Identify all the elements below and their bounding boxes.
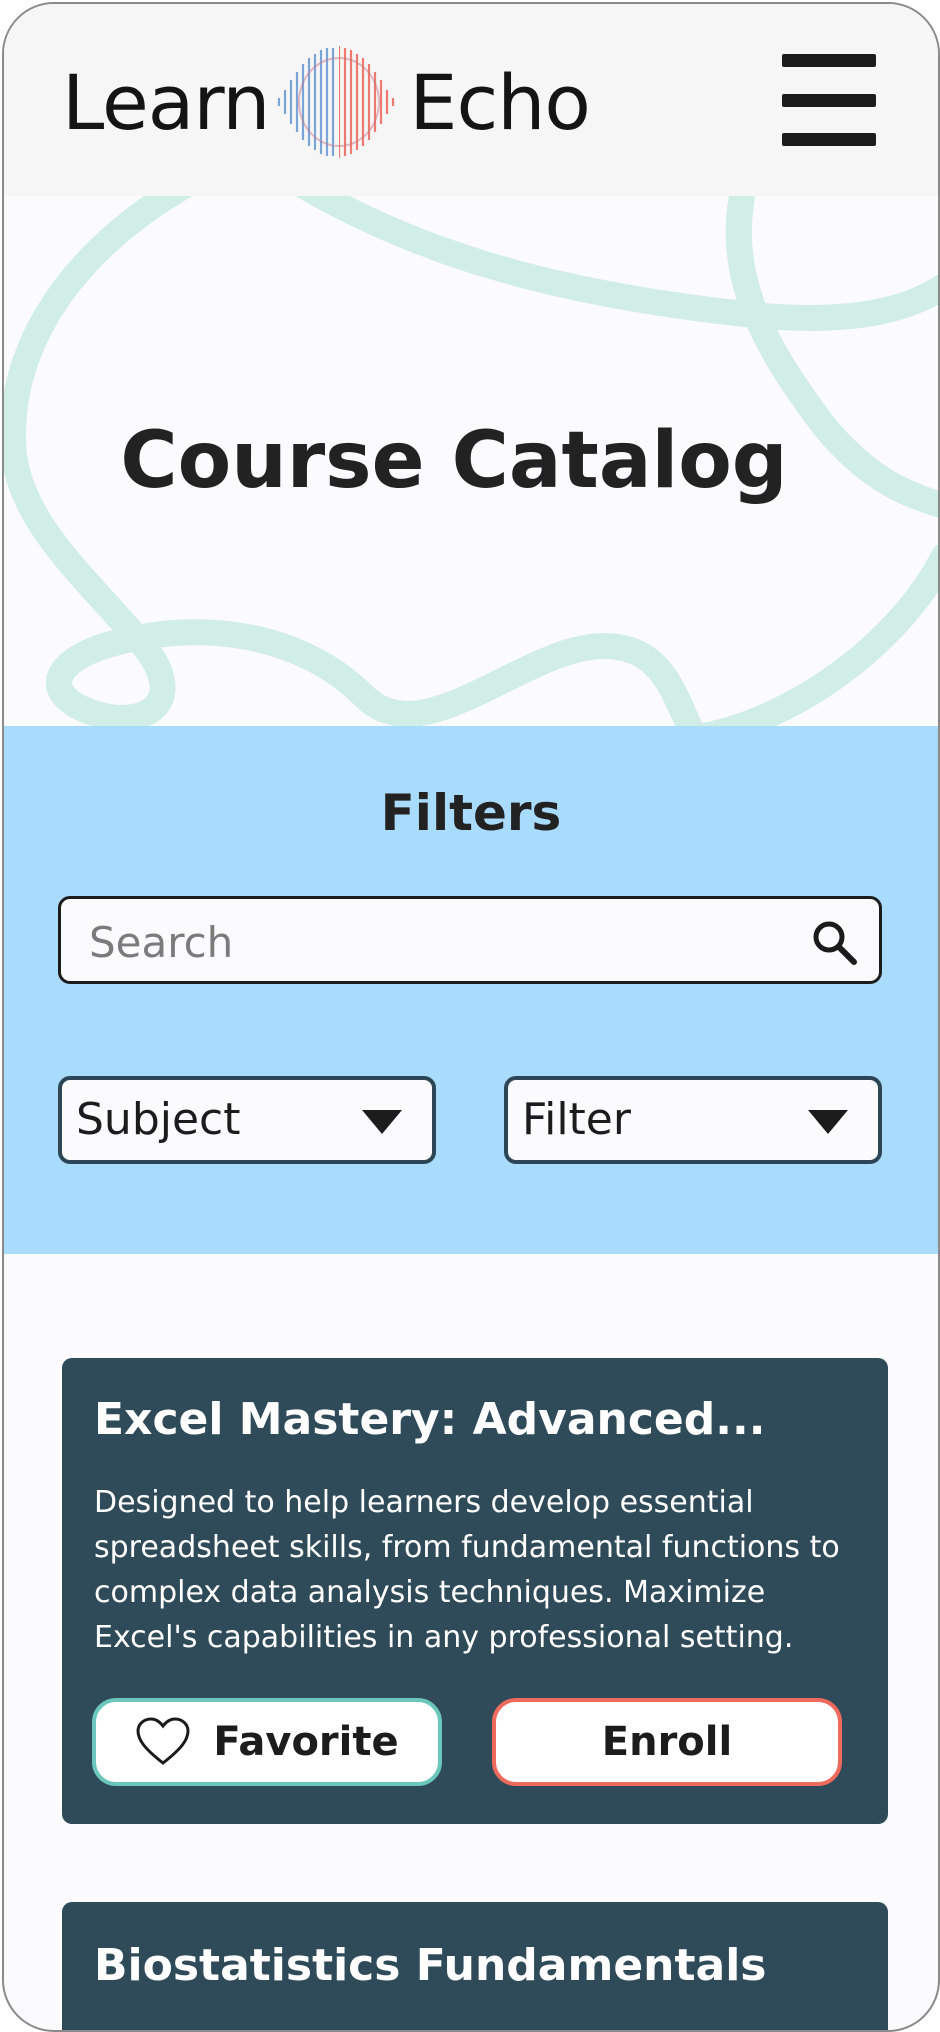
enroll-button-label: Enroll bbox=[601, 1719, 733, 1765]
heart-icon bbox=[136, 1717, 190, 1765]
filter-dropdown[interactable]: Filter bbox=[504, 1076, 882, 1164]
waveform-logo-icon bbox=[278, 46, 395, 158]
course-description: Designed to help learners develop essent… bbox=[94, 1485, 840, 1655]
favorite-button-label: Favorite bbox=[213, 1719, 399, 1765]
course-title[interactable]: Excel Mastery: Advanced... bbox=[94, 1394, 765, 1445]
search-icon[interactable] bbox=[809, 917, 859, 967]
enroll-button[interactable]: Enroll bbox=[492, 1698, 842, 1786]
logo-text-echo: Echo bbox=[409, 57, 590, 147]
filters-panel: Filters Subject Filter bbox=[4, 726, 938, 1254]
course-title[interactable]: Biostatistics Fundamentals bbox=[94, 1940, 766, 1991]
search-input[interactable] bbox=[87, 911, 791, 973]
chevron-down-icon bbox=[808, 1110, 848, 1134]
subject-dropdown[interactable]: Subject bbox=[58, 1076, 436, 1164]
menu-bar bbox=[782, 133, 876, 146]
filter-dropdown-label: Filter bbox=[522, 1094, 631, 1145]
menu-bar bbox=[782, 93, 876, 107]
page-title: Course Catalog bbox=[120, 416, 788, 506]
hero-banner: Course Catalog bbox=[4, 196, 938, 726]
filters-heading: Filters bbox=[380, 784, 562, 842]
subject-dropdown-label: Subject bbox=[76, 1094, 241, 1145]
favorite-button[interactable]: Favorite bbox=[92, 1698, 442, 1786]
chevron-down-icon bbox=[362, 1110, 402, 1134]
search-box bbox=[58, 896, 882, 984]
course-card: Excel Mastery: Advanced... Designed to h… bbox=[62, 1358, 888, 1824]
course-card: Biostatistics Fundamentals bbox=[62, 1902, 888, 2030]
logo-text-learn: Learn bbox=[62, 57, 270, 147]
menu-bar bbox=[782, 54, 876, 67]
top-header: Learn Echo bbox=[4, 4, 938, 196]
brand-logo[interactable]: Learn Echo bbox=[62, 42, 591, 162]
phone-frame: Learn Echo Course Catalog Filters Search… bbox=[2, 2, 940, 2032]
hamburger-menu-icon[interactable] bbox=[782, 54, 876, 146]
